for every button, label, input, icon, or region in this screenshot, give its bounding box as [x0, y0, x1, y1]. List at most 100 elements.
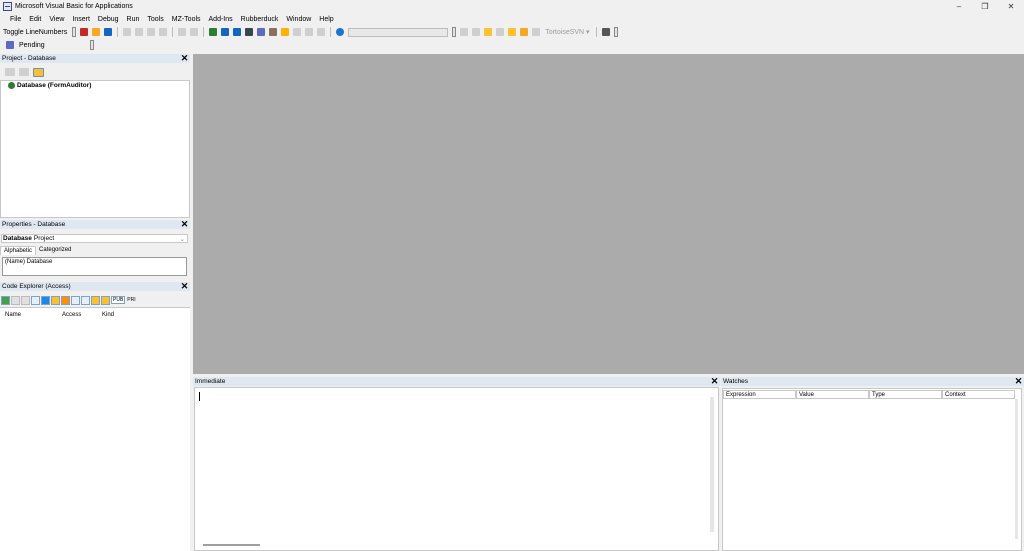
- break-icon[interactable]: [221, 28, 230, 36]
- svn-log-icon[interactable]: [496, 28, 505, 36]
- indent-icon[interactable]: [305, 28, 314, 36]
- watches-vscroll[interactable]: [1015, 399, 1018, 539]
- immediate-editor[interactable]: [194, 387, 719, 551]
- menu-mz-tools[interactable]: MZ-Tools: [168, 16, 205, 23]
- code-explorer-list[interactable]: [0, 307, 190, 551]
- close-watches-icon[interactable]: ✕: [1014, 377, 1023, 386]
- copy-icon[interactable]: [135, 28, 144, 36]
- tools-icon[interactable]: [601, 28, 610, 36]
- immediate-vscroll[interactable]: [710, 397, 714, 532]
- cut-icon[interactable]: [123, 28, 132, 36]
- redo-icon[interactable]: [190, 28, 199, 36]
- maximize-button[interactable]: ❐: [972, 0, 998, 13]
- refresh-icon[interactable]: [1, 295, 10, 305]
- column-header-access[interactable]: Access: [62, 312, 81, 318]
- svn-update-icon[interactable]: [460, 28, 469, 36]
- project-tree[interactable]: [0, 80, 190, 218]
- svn-diff-icon[interactable]: [484, 28, 493, 36]
- menu-run[interactable]: Run: [123, 16, 144, 23]
- pending-status[interactable]: Pending: [16, 42, 48, 49]
- outdent-icon[interactable]: [317, 28, 326, 36]
- properties-grid[interactable]: (Name) Database: [2, 257, 187, 276]
- tab-alphabetic[interactable]: Alphabetic: [0, 246, 37, 255]
- toolbar-grip[interactable]: [613, 27, 618, 37]
- close-project-icon[interactable]: ✕: [180, 54, 189, 63]
- tree-item-database[interactable]: Database (FormAuditor): [8, 82, 91, 89]
- column-header-context[interactable]: Context: [942, 390, 1015, 399]
- menu-rubberduck[interactable]: Rubberduck: [237, 16, 283, 23]
- menu-debug[interactable]: Debug: [94, 16, 123, 23]
- toolbar-grip[interactable]: [89, 40, 94, 50]
- previous-icon[interactable]: [11, 295, 20, 305]
- close-immediate-icon[interactable]: ✕: [710, 377, 719, 386]
- toolbar-grip[interactable]: [452, 27, 457, 37]
- object-browser-icon[interactable]: [281, 28, 290, 36]
- column-header-expression[interactable]: Expression: [723, 390, 796, 399]
- property-filter-icon[interactable]: [81, 295, 90, 305]
- column-header-kind[interactable]: Kind: [102, 312, 114, 318]
- watches-list[interactable]: [722, 388, 1022, 551]
- function-filter-icon[interactable]: [71, 295, 80, 305]
- find-icon[interactable]: [159, 28, 168, 36]
- toolbar-grip[interactable]: [72, 27, 77, 37]
- window-title: Microsoft Visual Basic for Applications: [15, 3, 133, 10]
- next-icon[interactable]: [21, 295, 30, 305]
- rubberduck-icon[interactable]: [6, 41, 14, 49]
- menu-window[interactable]: Window: [282, 16, 315, 23]
- close-code-explorer-icon[interactable]: ✕: [180, 282, 189, 291]
- variable-filter-icon[interactable]: [101, 295, 110, 305]
- property-row-name[interactable]: (Name) Database: [5, 259, 52, 265]
- tortoisesvn-menu[interactable]: TortoiseSVN ▾: [542, 28, 592, 36]
- menu-insert[interactable]: Insert: [68, 16, 94, 23]
- reset-icon[interactable]: [233, 28, 242, 36]
- svn-settings-icon[interactable]: [532, 28, 541, 36]
- menu-help[interactable]: Help: [315, 16, 337, 23]
- toolbox-icon[interactable]: [293, 28, 302, 36]
- undo-icon[interactable]: [178, 28, 187, 36]
- save-icon[interactable]: [104, 28, 113, 36]
- procedure-filter-icon[interactable]: [61, 295, 70, 305]
- minimize-button[interactable]: –: [946, 0, 972, 13]
- access-view-icon[interactable]: [80, 28, 89, 36]
- properties-tabs: Alphabetic Categorized: [0, 246, 74, 255]
- menu-file[interactable]: File: [6, 16, 25, 23]
- column-header-name[interactable]: Name: [5, 312, 21, 318]
- menu-edit[interactable]: Edit: [25, 16, 45, 23]
- properties-panel-header: Properties - Database ✕: [0, 220, 190, 229]
- access-project-icon: [8, 82, 15, 89]
- view-object-icon[interactable]: [19, 68, 29, 76]
- design-mode-icon[interactable]: [245, 28, 254, 36]
- menu-tools[interactable]: Tools: [143, 16, 167, 23]
- view-code-icon[interactable]: [5, 68, 15, 76]
- column-header-type[interactable]: Type: [869, 390, 942, 399]
- form-filter-icon[interactable]: [51, 295, 60, 305]
- toggle-linenumbers-button[interactable]: Toggle LineNumbers: [0, 29, 70, 36]
- run-icon[interactable]: [209, 28, 218, 36]
- close-properties-icon[interactable]: ✕: [180, 220, 189, 229]
- toggle-folders-icon[interactable]: [33, 67, 44, 77]
- vba-app-icon: [3, 2, 12, 11]
- immediate-hscroll[interactable]: [203, 544, 260, 546]
- search-combo[interactable]: [348, 27, 449, 37]
- svn-revert-icon[interactable]: [508, 28, 517, 36]
- class-filter-icon[interactable]: [41, 295, 50, 305]
- object-selector[interactable]: Database Project ⌄: [1, 234, 188, 243]
- svn-folder-icon[interactable]: [520, 28, 529, 36]
- event-filter-icon[interactable]: [91, 295, 100, 305]
- menu-view[interactable]: View: [45, 16, 68, 23]
- close-window-button[interactable]: ✕: [998, 0, 1024, 13]
- paste-icon[interactable]: [147, 28, 156, 36]
- public-filter-button[interactable]: PUB: [111, 296, 126, 304]
- properties-icon[interactable]: [269, 28, 278, 36]
- column-header-value[interactable]: Value: [796, 390, 869, 399]
- watches-header: Watches ✕: [721, 377, 1024, 386]
- tab-categorized[interactable]: Categorized: [36, 246, 74, 255]
- help-icon[interactable]: [336, 28, 345, 36]
- menu-add-ins[interactable]: Add-Ins: [205, 16, 237, 23]
- project-explorer-icon[interactable]: [257, 28, 266, 36]
- svn-commit-icon[interactable]: [472, 28, 481, 36]
- insert-module-icon[interactable]: [92, 28, 101, 36]
- mdi-workspace: [193, 54, 1024, 374]
- module-filter-icon[interactable]: [31, 295, 40, 305]
- private-filter-button[interactable]: PRI: [126, 297, 136, 303]
